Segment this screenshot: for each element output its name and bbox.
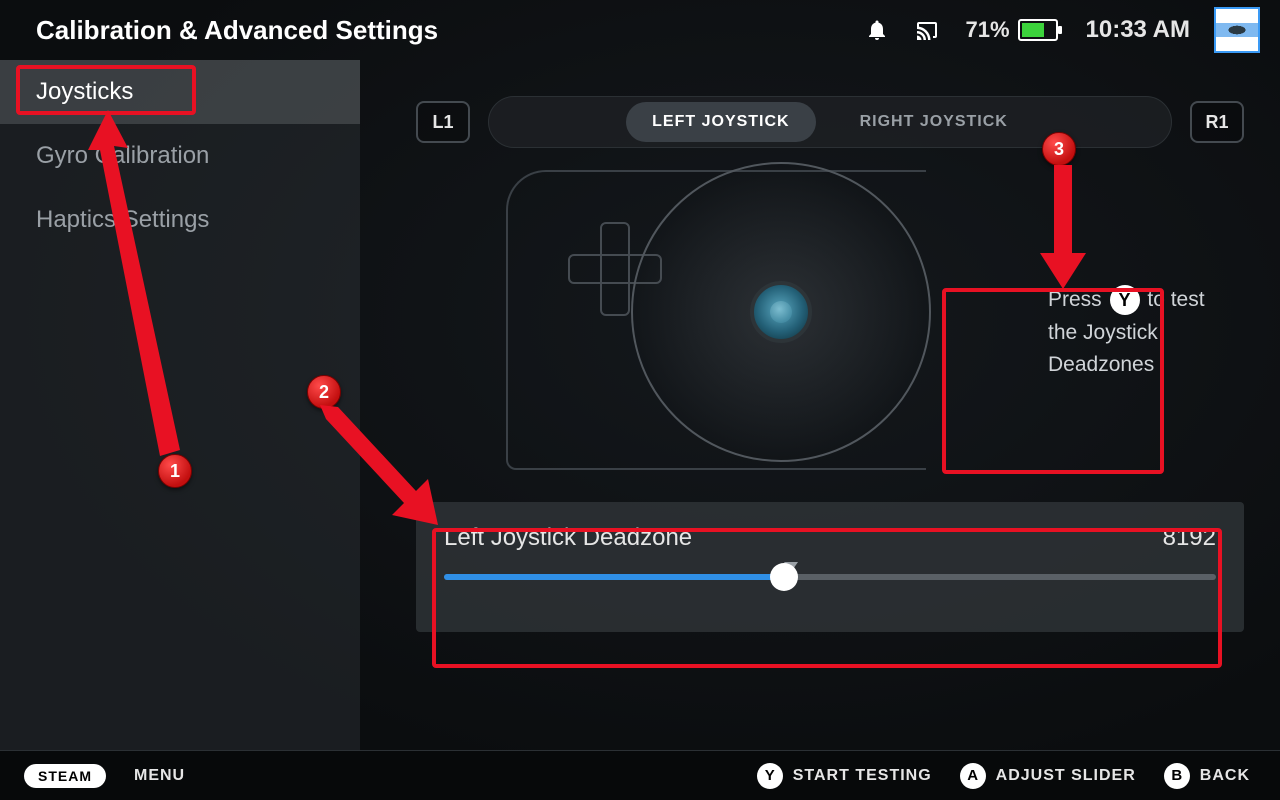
slider-value: 8192 [1163,524,1216,552]
joystick-visualization: Press Y to test the Joystick Deadzones [416,176,1244,496]
slider-thumb[interactable] [770,563,798,591]
battery-icon [1018,19,1058,41]
footer-action-back[interactable]: B BACK [1164,763,1250,789]
sidebar-item-gyro[interactable]: Gyro Calibration [0,124,360,188]
tabs-track: LEFT JOYSTICK RIGHT JOYSTICK [488,96,1172,148]
y-button-icon: Y [1110,285,1140,315]
page-title: Calibration & Advanced Settings [36,15,438,46]
footer-action-adjust-slider[interactable]: A ADJUST SLIDER [960,763,1136,789]
r1-bumper[interactable]: R1 [1190,101,1244,143]
joystick-range-circle [631,162,931,462]
battery-indicator: 71% [965,17,1057,43]
deadzone-slider[interactable] [444,574,1216,580]
tab-left-joystick[interactable]: LEFT JOYSTICK [626,102,815,142]
joystick-center-icon [770,301,792,323]
b-glyph-icon: B [1164,763,1190,789]
cast-icon[interactable] [915,18,939,42]
clock: 10:33 AM [1086,16,1190,44]
sidebar-item-haptics[interactable]: Haptics Settings [0,188,360,252]
sidebar-item-joysticks[interactable]: Joysticks [0,60,360,124]
steam-button[interactable]: STEAM [24,764,106,788]
footer: STEAM MENU Y START TESTING A ADJUST SLID… [0,750,1280,800]
l1-bumper[interactable]: L1 [416,101,470,143]
menu-label[interactable]: MENU [134,767,185,785]
footer-action-start-testing[interactable]: Y START TESTING [757,763,932,789]
deadzone-card: Left Joystick Deadzone 8192 [416,502,1244,632]
tab-row: L1 LEFT JOYSTICK RIGHT JOYSTICK R1 [416,96,1244,148]
hint-box: Press Y to test the Joystick Deadzones [1032,268,1242,400]
header: Calibration & Advanced Settings 71% 10:3… [0,0,1280,60]
battery-percent: 71% [965,17,1009,43]
hint-press: Press [1048,288,1102,311]
tab-right-joystick[interactable]: RIGHT JOYSTICK [834,102,1034,142]
y-glyph-icon: Y [757,763,783,789]
notifications-icon[interactable] [865,18,889,42]
avatar[interactable] [1214,7,1260,53]
slider-label: Left Joystick Deadzone [444,524,692,552]
a-glyph-icon: A [960,763,986,789]
main-panel: L1 LEFT JOYSTICK RIGHT JOYSTICK R1 Press… [360,60,1280,750]
sidebar: Joysticks Gyro Calibration Haptics Setti… [0,60,360,750]
